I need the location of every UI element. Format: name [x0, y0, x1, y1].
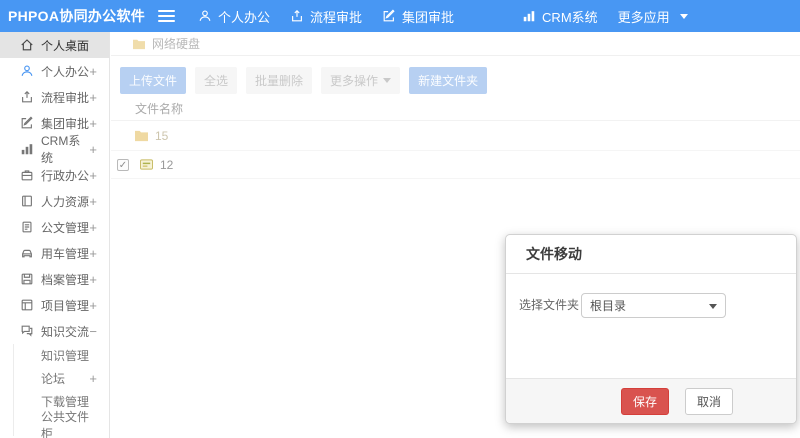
project-icon [20, 298, 34, 312]
sidebar-item-personal-office[interactable]: 个人办公 + [0, 58, 109, 84]
sidebar-item-project-mgmt[interactable]: 项目管理 + [0, 292, 109, 318]
modal-body: 选择文件夹 根目录 [506, 274, 796, 379]
sidebar: 个人桌面 个人办公 + 流程审批 + 集团审批 + CRM系统 + 行政办公 + [0, 32, 110, 438]
top-bar: PHPOA协同办公软件 个人办公 流程审批 集团审批 CRM系统 更多应用 [0, 0, 800, 32]
file-toolbar: 上传文件 全选 批量删除 更多操作 新建文件夹 [120, 67, 800, 94]
upload-file-button[interactable]: 上传文件 [120, 67, 187, 94]
expand-icon[interactable]: + [89, 194, 97, 209]
folder-icon [135, 130, 148, 142]
sidebar-subitem-forum[interactable]: 论坛 + [14, 367, 109, 390]
app-logo: PHPOA协同办公软件 [8, 8, 146, 24]
file-table: 文件名称 15 12 [111, 97, 800, 179]
modal-footer: 保存 取消 [506, 378, 796, 423]
batch-delete-button[interactable]: 批量删除 [246, 67, 313, 94]
edit-icon [20, 116, 34, 130]
folder-select-label: 选择文件夹 [519, 298, 580, 312]
sidebar-item-process-approval[interactable]: 流程审批 + [0, 84, 109, 110]
file-name: 12 [160, 157, 174, 172]
sidebar-subitem-knowledge-mgmt[interactable]: 知识管理 [14, 344, 109, 367]
breadcrumb: 网络硬盘 [111, 32, 800, 56]
chat-icon [20, 324, 34, 338]
doc-icon [20, 220, 34, 234]
row-checkbox[interactable] [117, 158, 129, 171]
cancel-button[interactable]: 取消 [684, 387, 733, 415]
sidebar-item-archive-mgmt[interactable]: 档案管理 + [0, 266, 109, 292]
collapse-icon[interactable]: − [89, 324, 97, 339]
modal-title: 文件移动 [526, 246, 582, 262]
expand-icon[interactable]: + [89, 168, 97, 183]
sidebar-item-hr[interactable]: 人力资源 + [0, 188, 109, 214]
sidebar-subitem-public-file-cabinet[interactable]: 公共文件柜 [14, 410, 109, 438]
sidebar-item-admin-office[interactable]: 行政办公 + [0, 162, 109, 188]
topnav-crm[interactable]: CRM系统 [522, 7, 598, 26]
expand-icon[interactable]: + [89, 90, 97, 105]
process-icon [20, 90, 34, 104]
edit-icon [382, 9, 396, 23]
expand-icon[interactable]: + [89, 246, 97, 261]
archive-icon [20, 272, 34, 286]
file-name: 15 [155, 128, 169, 143]
new-folder-button[interactable]: 新建文件夹 [409, 67, 488, 94]
file-row-folder-15[interactable]: 15 [111, 121, 800, 151]
expand-icon[interactable]: + [89, 220, 97, 235]
folder-select-value: 根目录 [590, 299, 627, 313]
home-icon [20, 38, 34, 52]
sidebar-item-document-mgmt[interactable]: 公文管理 + [0, 214, 109, 240]
chart-icon [522, 9, 536, 23]
car-icon [20, 246, 34, 260]
caret-down-icon [679, 13, 688, 19]
topnav-more-apps[interactable]: 更多应用 [618, 7, 688, 26]
topnav-personal-office[interactable]: 个人办公 [198, 7, 270, 26]
select-all-button[interactable]: 全选 [195, 67, 238, 94]
briefcase-icon [20, 168, 34, 182]
sidebar-item-crm[interactable]: CRM系统 + [0, 134, 109, 165]
knowledge-submenu: 知识管理 论坛 + 下载管理 公共文件柜 [13, 344, 109, 438]
top-nav: 个人办公 流程审批 集团审批 CRM系统 更多应用 [198, 7, 688, 26]
folder-select[interactable]: 根目录 [581, 293, 726, 318]
file-icon [140, 159, 153, 170]
save-button[interactable]: 保存 [620, 387, 669, 415]
expand-icon[interactable]: + [89, 272, 97, 287]
sidebar-item-knowledge-exchange[interactable]: 知识交流 − [0, 318, 109, 344]
expand-icon[interactable]: + [89, 298, 97, 313]
expand-icon[interactable]: + [89, 64, 97, 79]
topnav-group-approval[interactable]: 集团审批 [382, 7, 454, 26]
menu-toggle-icon[interactable] [158, 10, 175, 22]
user-icon [20, 64, 34, 78]
expand-icon[interactable]: + [89, 371, 97, 386]
topnav-process-approval[interactable]: 流程审批 [290, 7, 362, 26]
more-operations-button[interactable]: 更多操作 [321, 67, 401, 94]
breadcrumb-label: 网络硬盘 [152, 37, 201, 51]
expand-icon[interactable]: + [89, 142, 97, 157]
chart-icon [20, 142, 34, 156]
modal-header: 文件移动 [506, 235, 796, 274]
file-move-modal: 文件移动 选择文件夹 根目录 保存 取消 [505, 234, 797, 424]
caret-down-icon [383, 78, 392, 83]
file-row-file-12[interactable]: 12 [111, 151, 800, 179]
user-icon [198, 9, 212, 23]
process-icon [290, 9, 304, 23]
file-table-header: 文件名称 [111, 97, 800, 121]
app-window: PHPOA协同办公软件 个人办公 流程审批 集团审批 CRM系统 更多应用 个人… [0, 0, 800, 438]
sidebar-item-personal-desktop[interactable]: 个人桌面 [0, 32, 109, 58]
book-icon [20, 194, 34, 208]
sidebar-item-vehicle-mgmt[interactable]: 用车管理 + [0, 240, 109, 266]
folder-icon [133, 39, 145, 49]
caret-down-icon [709, 304, 717, 309]
expand-icon[interactable]: + [89, 116, 97, 131]
